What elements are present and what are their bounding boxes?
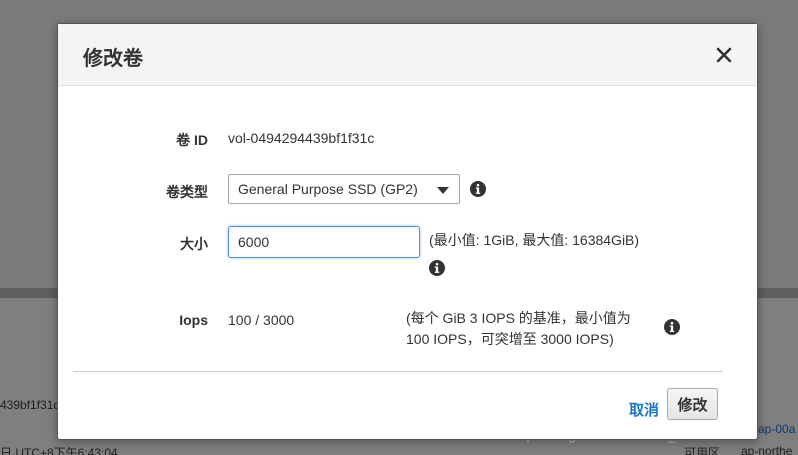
cancel-link[interactable]: 取消 bbox=[629, 399, 659, 420]
background-link: ap-00a bbox=[758, 422, 796, 436]
dialog-header: 修改卷 bbox=[58, 24, 757, 86]
volume-id-label: 卷 ID bbox=[176, 132, 208, 148]
iops-hint-line-2: 100 IOPS，可突增至 3000 IOPS) bbox=[406, 331, 614, 347]
size-label: 大小 bbox=[180, 236, 208, 252]
chevron-down-icon bbox=[437, 187, 449, 194]
footer-divider bbox=[73, 371, 723, 372]
background-region: ap-northe bbox=[741, 444, 793, 455]
dialog-title: 修改卷 bbox=[83, 48, 143, 70]
size-input[interactable] bbox=[228, 226, 420, 258]
iops-info-icon[interactable] bbox=[664, 319, 680, 335]
background-status: 可用区 bbox=[684, 446, 721, 455]
iops-hint: (每个 GiB 3 IOPS 的基准，最小值为 100 IOPS，可突增至 30… bbox=[406, 308, 631, 350]
size-info-icon[interactable] bbox=[429, 260, 445, 276]
volume-type-selected-value: General Purpose SSD (GP2) bbox=[238, 181, 418, 197]
size-hint: (最小值: 1GiB, 最大值: 16384GiB) bbox=[429, 232, 640, 248]
iops-hint-line-1: (每个 GiB 3 IOPS 的基准，最小值为 bbox=[406, 310, 631, 326]
iops-label: Iops bbox=[179, 312, 208, 328]
modify-button[interactable]: 修改 bbox=[667, 388, 718, 420]
modify-volume-dialog: 修改卷 卷 ID vol-0494294439bf1f31c 卷类型 Gener… bbox=[57, 23, 758, 440]
volume-id-value: vol-0494294439bf1f31c bbox=[228, 130, 375, 146]
background-volume-id: 439bf1f31c bbox=[0, 398, 60, 412]
volume-type-select[interactable]: General Purpose SSD (GP2) bbox=[228, 174, 460, 204]
close-icon bbox=[716, 47, 732, 63]
iops-value: 100 / 3000 bbox=[228, 312, 295, 328]
volume-type-info-icon[interactable] bbox=[470, 181, 486, 197]
volume-type-label: 卷类型 bbox=[166, 184, 208, 200]
background-created-time: 日 UTC+8下午6:43:04 bbox=[0, 446, 118, 455]
close-button[interactable] bbox=[715, 46, 733, 64]
